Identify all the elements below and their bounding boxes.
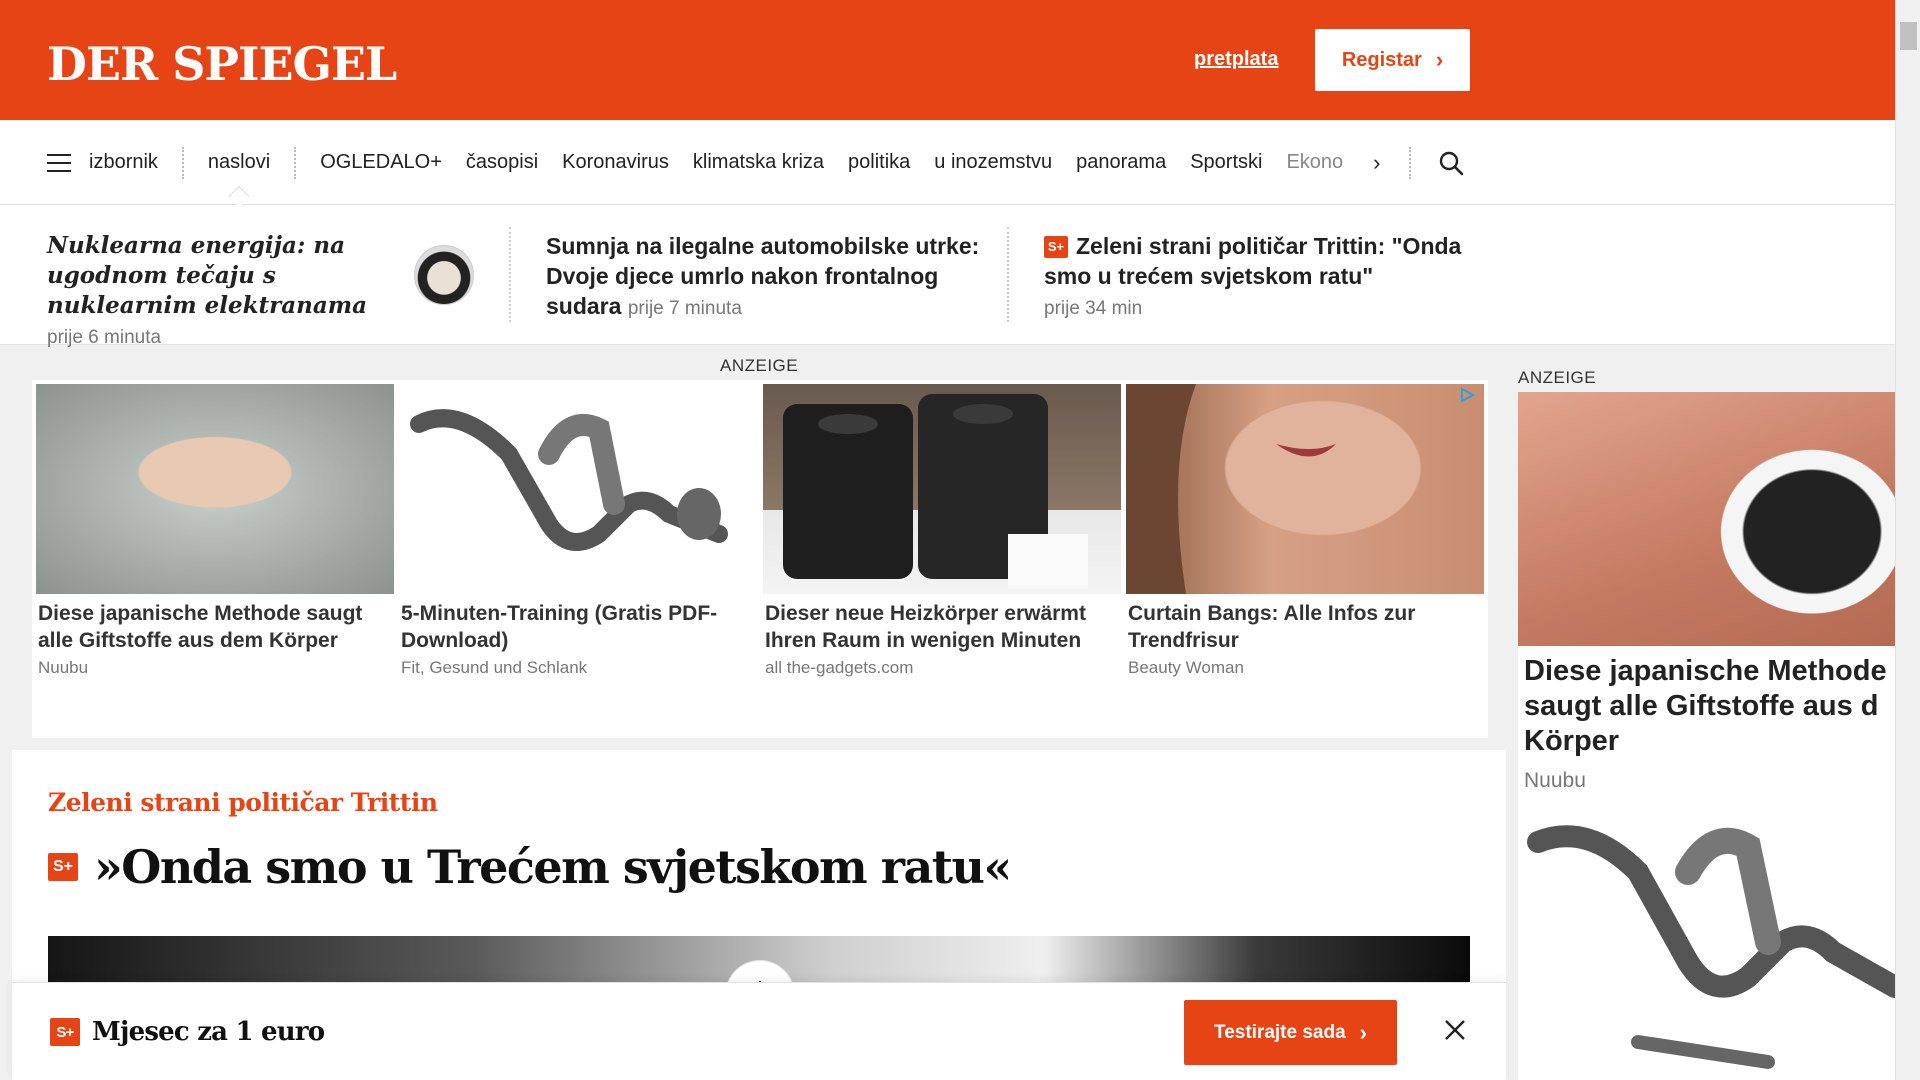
nav-item-coronavirus[interactable]: Koronavirus: [562, 151, 669, 174]
menu-button[interactable]: izbornik: [89, 151, 158, 174]
rail-ad-label: ANZEIGE: [1518, 368, 1597, 387]
nav-item-headlines[interactable]: naslovi: [208, 151, 270, 174]
ad-card[interactable]: 5-Minuten-Training (Gratis PDF-Download)…: [399, 384, 757, 678]
nav-divider: [1408, 146, 1411, 179]
adchoices-icon[interactable]: [1456, 386, 1478, 404]
try-now-label: Testirajte sada: [1214, 1021, 1346, 1043]
teaser-item[interactable]: Nuklearna energija: na ugodnom tečaju s …: [47, 231, 387, 353]
scrollbar-thumb[interactable]: [1900, 22, 1917, 50]
ad-source: Beauty Woman: [1128, 658, 1244, 677]
teaser-divider: [509, 227, 511, 322]
ad-card[interactable]: Diese japanische Methode saugt alle Gift…: [36, 384, 394, 678]
ad-card[interactable]: Curtain Bangs: Alle Infos zur Trendfrisu…: [1126, 384, 1484, 678]
teaser-item[interactable]: S+ Zeleni strani političar Trittin: "Onda…: [1044, 231, 1474, 324]
rail-ad-title-line: saugt alle Giftstoffe aus d: [1524, 690, 1879, 722]
promo-text: S+ Mjesec za 1 euro: [50, 1017, 325, 1047]
nav-item-economy[interactable]: Ekono: [1286, 151, 1343, 174]
ad-image: [399, 384, 757, 594]
nav-item-magazines[interactable]: časopisi: [466, 151, 538, 174]
spiegel-plus-badge: S+: [1044, 236, 1068, 258]
scrollbar[interactable]: [1895, 0, 1920, 1080]
article-headline-text: »Onda smo u Trećem svjetskom ratu«: [94, 840, 1012, 894]
menu-icon[interactable]: [47, 153, 71, 172]
promo-offer: Mjesec za 1 euro: [92, 1017, 325, 1047]
nav-item-sports[interactable]: Sportski: [1190, 151, 1262, 174]
rail-ad-title: Diese japanische Methode saugt alle Gift…: [1518, 654, 1895, 759]
teaser-divider: [1007, 227, 1009, 322]
subscription-promo-bar: S+ Mjesec za 1 euro Testirajte sada ›: [12, 982, 1506, 1080]
nav-item-climate[interactable]: klimatska kriza: [693, 151, 824, 174]
ad-source: all the-gadgets.com: [765, 658, 914, 677]
rail-ad-image-2: [1518, 812, 1906, 1080]
logo[interactable]: DER SPIEGEL: [47, 37, 397, 91]
author-avatar: [414, 245, 474, 305]
headline-teasers: Nuklearna energija: na ugodnom tečaju s …: [0, 205, 1895, 348]
nav-item-panorama[interactable]: panorama: [1076, 151, 1166, 174]
nav-item-abroad[interactable]: u inozemstvu: [934, 151, 1052, 174]
subscribe-link[interactable]: pretplata: [1194, 48, 1278, 71]
teaser-time: prije 34 min: [1044, 298, 1143, 319]
site-header: DER SPIEGEL pretplata Registar ›: [0, 0, 1895, 120]
teaser-title: Nuklearna energija: na ugodnom tečaju s …: [47, 232, 368, 319]
nav-divider: [294, 146, 297, 179]
ad-source: Fit, Gesund und Schlank: [401, 658, 588, 677]
nav-item-politics[interactable]: politika: [848, 151, 910, 174]
teaser-title: Zeleni strani političar Trittin: "Onda s…: [1044, 233, 1462, 289]
article-headline[interactable]: S+ »Onda smo u Trećem svjetskom ratu«: [48, 840, 1012, 894]
ad-label: ANZEIGE: [720, 356, 799, 375]
ad-title: 5-Minuten-Training (Gratis PDF-Download): [401, 602, 718, 652]
ad-image: [36, 384, 394, 594]
ad-title: Diese japanische Methode saugt alle Gift…: [38, 602, 363, 652]
ad-source: Nuubu: [38, 658, 89, 677]
register-button[interactable]: Registar ›: [1315, 29, 1470, 91]
article-kicker: Zeleni strani političar Trittin: [48, 788, 438, 817]
rail-ad[interactable]: Diese japanische Methode saugt alle Gift…: [1518, 392, 1906, 1080]
rail-ad-title-line: Körper: [1524, 725, 1620, 757]
teaser-item[interactable]: Sumnja na ilegalne automobilske utrke: D…: [546, 231, 986, 324]
ad-title: Curtain Bangs: Alle Infos zur Trendfrisu…: [1128, 602, 1416, 652]
ad-card[interactable]: Dieser neue Heizkörper erwärmt Ihren Rau…: [763, 384, 1121, 678]
rail-ad-source: Nuubu: [1524, 769, 1586, 792]
register-button-label: Registar: [1341, 48, 1422, 71]
ad-image: [1126, 384, 1484, 594]
close-icon[interactable]: [1440, 1015, 1470, 1045]
teaser-title: Sumnja na ilegalne automobilske utrke: D…: [546, 233, 980, 319]
teaser-time: prije 7 minuta: [627, 298, 742, 319]
main-nav: izbornik naslovi OGLEDALO+ časopisi Koro…: [0, 120, 1895, 205]
nav-item-spiegel-plus[interactable]: OGLEDALO+: [320, 151, 442, 174]
nav-divider: [181, 146, 184, 179]
search-icon[interactable]: [1438, 150, 1464, 176]
spiegel-plus-badge: S+: [48, 853, 78, 881]
teaser-time: prije 6 minuta: [47, 327, 162, 348]
try-now-button[interactable]: Testirajte sada ›: [1184, 1000, 1397, 1065]
spiegel-plus-badge: S+: [50, 1018, 80, 1046]
rail-ad-image: [1518, 392, 1895, 646]
ad-image: [763, 384, 1121, 594]
chevron-right-icon: ›: [1359, 1019, 1367, 1045]
ad-title: Dieser neue Heizkörper erwärmt Ihren Rau…: [765, 602, 1086, 652]
ad-strip: Diese japanische Methode saugt alle Gift…: [32, 380, 1488, 738]
chevron-right-icon: ›: [1435, 47, 1444, 72]
rail-ad-title-line: Diese japanische Methode: [1524, 655, 1887, 687]
chevron-right-icon[interactable]: ›: [1373, 150, 1380, 176]
